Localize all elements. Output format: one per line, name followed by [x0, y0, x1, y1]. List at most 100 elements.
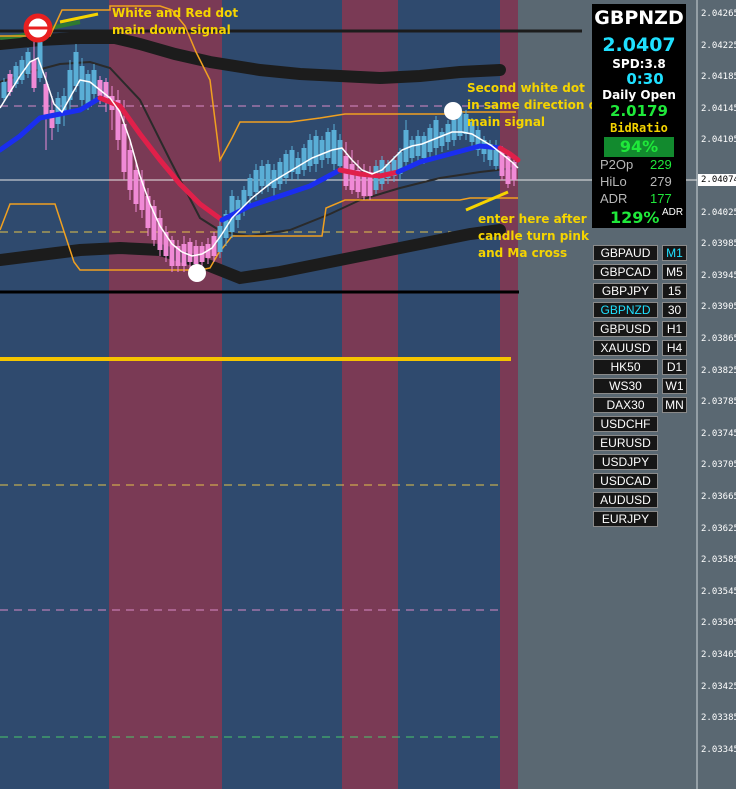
candle-body: [55, 98, 61, 124]
timeframe-button-h1[interactable]: H1: [662, 321, 687, 337]
stat-label: P2Op: [600, 157, 634, 172]
candle-body: [187, 242, 193, 262]
symbol-button-audusd[interactable]: AUDUSD: [593, 492, 658, 508]
symbol-button-gbpaud[interactable]: GBPAUD: [593, 245, 658, 261]
price-scale-label: 2.03585: [701, 555, 736, 566]
symbol-button-gbpjpy[interactable]: GBPJPY: [593, 283, 658, 299]
candle-body: [127, 150, 133, 190]
panel-adr-percent: 129%: [610, 208, 660, 227]
symbol-button-usdjpy[interactable]: USDJPY: [593, 454, 658, 470]
candle-body: [379, 160, 385, 184]
price-scale-label: 2.04145: [701, 103, 736, 114]
price-scale-label: 2.03745: [701, 428, 736, 439]
stat-value: 229: [650, 157, 672, 172]
candle-body: [403, 130, 409, 162]
price-scale-label: 2.03985: [701, 239, 736, 250]
candle-body: [247, 178, 253, 196]
price-scale-label: 2.03385: [701, 713, 736, 724]
candle-body: [73, 52, 79, 86]
symbol-button-ws30[interactable]: WS30: [593, 378, 658, 394]
symbol-button-dax30[interactable]: DAX30: [593, 397, 658, 413]
candle-body: [1, 82, 7, 98]
panel-price: 2.0407: [602, 34, 676, 56]
timeframe-button-30[interactable]: 30: [662, 302, 687, 318]
symbol-button-usdcad[interactable]: USDCAD: [593, 473, 658, 489]
price-scale-label: 2.03345: [701, 744, 736, 755]
symbol-button-eurusd[interactable]: EURUSD: [593, 435, 658, 451]
candle-body: [145, 196, 151, 228]
symbol-button-eurjpy[interactable]: EURJPY: [593, 511, 658, 527]
price-scale-label: 2.03785: [701, 397, 736, 408]
stat-label: HiLo: [600, 174, 627, 189]
candle-body: [253, 170, 259, 192]
candle-body: [331, 130, 337, 164]
price-scale-label: 2.03705: [701, 460, 736, 471]
price-scale-label: 2.03665: [701, 492, 736, 502]
candle-body: [337, 140, 343, 166]
price-scale-label: 2.04025: [701, 207, 736, 218]
price-scale-label: 2.04185: [701, 72, 736, 82]
candle-body: [439, 132, 445, 146]
candle-body: [349, 164, 355, 190]
timeframe-button-m1[interactable]: M1: [662, 245, 687, 261]
candle-body: [133, 170, 139, 204]
stat-label: ADR: [600, 191, 628, 206]
candle-body: [301, 148, 307, 170]
candle-body: [433, 120, 439, 148]
candle-body: [451, 120, 457, 140]
candle-body: [415, 136, 421, 156]
annotation-second-dot: Second white dot in same direction of ma…: [467, 81, 602, 129]
timeframe-button-w1[interactable]: W1: [662, 378, 687, 394]
timeframe-button-h4[interactable]: H4: [662, 340, 687, 356]
stat-value: 279: [650, 174, 672, 189]
symbol-info-panel: GBPNZD 2.0407 SPD:3.8 0:30 Daily Open 2.…: [592, 4, 686, 228]
price-scale-label: 2.03545: [701, 586, 736, 597]
candle-body: [319, 140, 325, 160]
timeframe-button-15[interactable]: 15: [662, 283, 687, 299]
timeframe-button-mn[interactable]: MN: [662, 397, 687, 413]
panel-bid-ratio-label: BidRatio: [610, 121, 668, 135]
price-scale-label: 2.03425: [701, 681, 736, 692]
candle-body: [409, 140, 415, 158]
annotation-entry-note: enter here after candle turn pink and Ma…: [478, 212, 589, 260]
candle-body: [307, 140, 313, 166]
candle-body: [265, 164, 271, 186]
candle-body: [49, 110, 55, 128]
symbol-button-gbpusd[interactable]: GBPUSD: [593, 321, 658, 337]
timeframe-button-d1[interactable]: D1: [662, 359, 687, 375]
candle-body: [43, 84, 49, 118]
candle-body: [181, 244, 187, 266]
candle-body: [421, 136, 427, 158]
session-band: [342, 0, 398, 789]
price-scale-label: 2.03865: [701, 334, 736, 344]
symbol-button-xauusd[interactable]: XAUUSD: [593, 340, 658, 356]
timeframe-button-m5[interactable]: M5: [662, 264, 687, 280]
price-scale-label: 2.04105: [701, 135, 736, 145]
candle-body: [85, 74, 91, 104]
stat-value: 177: [650, 191, 672, 206]
panel-daily-open-value: 2.0179: [610, 102, 668, 120]
trading-chart-window[interactable]: 2.04265 2.04225 2.04185 2.04145 2.04105 2.040…: [0, 0, 736, 789]
symbol-button-gbpcad[interactable]: GBPCAD: [593, 264, 658, 280]
symbol-button-gbpnzd[interactable]: GBPNZD: [593, 302, 658, 318]
price-scale-label: 2.03905: [701, 302, 736, 313]
price-scale-label: 2.03505: [701, 618, 736, 629]
panel-adr-suffix: ADR: [662, 207, 684, 218]
price-scale-label: 2.03825: [701, 365, 736, 376]
candle-body: [79, 66, 85, 100]
current-price-tag: 2.04074: [698, 174, 736, 186]
price-scale-label: 2.04265: [701, 9, 736, 19]
candle-body: [121, 124, 127, 172]
price-scale-label: 2.03625: [701, 523, 736, 534]
panel-spread: SPD:3.8: [612, 57, 666, 71]
price-scale-label: 2.03945: [701, 270, 736, 281]
candle-body: [31, 60, 37, 88]
symbol-button-hk50[interactable]: HK50: [593, 359, 658, 375]
signal-dot: [188, 264, 206, 282]
annotation-main-signal: White and Red dot main down signal: [112, 6, 239, 37]
symbol-button-usdchf[interactable]: USDCHF: [593, 416, 658, 432]
panel-symbol: GBPNZD: [594, 7, 684, 29]
panel-daily-open-label: Daily Open: [602, 88, 676, 102]
second-signal-dot: [444, 102, 462, 120]
price-scale-label: 2.04225: [701, 40, 736, 51]
